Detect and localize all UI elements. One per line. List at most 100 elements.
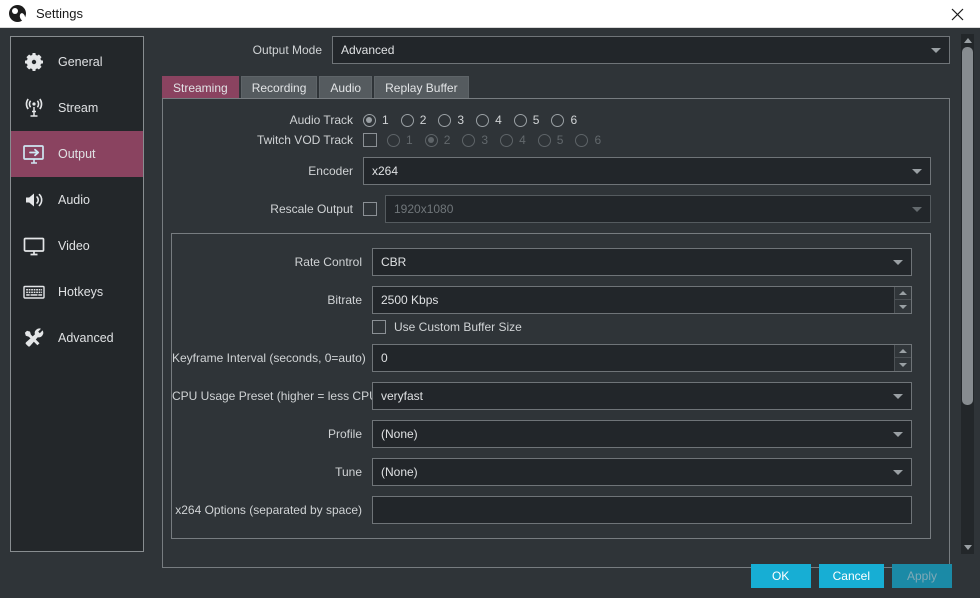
bitrate-value: 2500 Kbps [381,293,439,307]
twitch-vod-option-2: 2 [424,133,451,147]
bitrate-row: Bitrate 2500 Kbps [172,286,930,314]
radio-icon [537,133,551,147]
use-custom-buffer-size-checkbox[interactable] [372,320,386,334]
tab-audio-label: Audio [330,80,362,95]
use-custom-buffer-size-control[interactable]: Use Custom Buffer Size [372,320,522,334]
sidebar-label-stream: Stream [58,101,99,115]
scrollbar-track[interactable] [961,47,974,541]
tab-streaming[interactable]: Streaming [162,76,239,98]
tab-recording-label: Recording [251,80,307,95]
cpu-usage-preset-select[interactable]: veryfast [372,382,912,410]
audio-track-option-6[interactable]: 6 [551,113,577,127]
twitch-vod-option-6: 6 [575,133,601,147]
bitrate-spinner[interactable]: 2500 Kbps [372,286,912,314]
keyframe-interval-stepper [894,345,911,371]
encoder-row: Encoder x264 [163,157,949,185]
rate-control-row: Rate Control CBR [172,248,930,276]
twitch-vod-option-6-label: 6 [594,133,602,147]
profile-value: (None) [381,427,418,441]
scroll-up-icon[interactable] [961,34,974,47]
sidebar-item-general[interactable]: General [11,39,143,85]
spinner-up-icon[interactable] [895,345,911,358]
audio-track-option-3-label: 3 [457,113,465,127]
twitch-vod-track-radiogroup: 1 2 3 4 5 6 [387,133,613,147]
x264-options-input[interactable] [372,496,912,524]
tune-value: (None) [381,465,418,479]
sidebar-item-video[interactable]: Video [11,223,143,269]
tab-streaming-label: Streaming [173,80,228,95]
chevron-down-icon [931,47,941,53]
rescale-output-select: 1920x1080 [385,195,931,223]
sidebar-item-output[interactable]: Output [11,131,143,177]
settings-window-body: General Stream Output Audio Video Hotkey… [0,28,980,598]
sidebar-item-stream[interactable]: Stream [11,85,143,131]
spinner-up-icon[interactable] [895,287,911,300]
ok-button[interactable]: OK [750,564,811,588]
radio-icon [575,133,589,147]
audio-track-option-2[interactable]: 2 [400,113,426,127]
tune-label: Tune [335,465,362,479]
close-icon[interactable] [934,0,980,28]
sidebar-item-audio[interactable]: Audio [11,177,143,223]
audio-track-radiogroup: 1 2 3 4 5 6 [363,113,589,127]
twitch-vod-option-5-label: 5 [556,133,564,147]
rate-control-label: Rate Control [294,255,362,269]
cancel-button[interactable]: Cancel [818,564,884,588]
obs-logo-icon [9,5,26,22]
sidebar-label-advanced: Advanced [58,331,114,345]
keyframe-interval-label: Keyframe Interval (seconds, 0=auto) [172,351,366,365]
streaming-tab-panel: Audio Track 1 2 3 4 5 6 Twitch VOD Track… [162,98,950,568]
radio-icon [400,113,414,127]
scroll-down-icon[interactable] [961,541,974,554]
audio-track-option-1[interactable]: 1 [363,113,389,127]
encoder-select[interactable]: x264 [363,157,931,185]
radio-icon [424,133,438,147]
rescale-output-checkbox[interactable] [363,202,377,216]
cpu-usage-preset-row: CPU Usage Preset (higher = less CPU) ver… [172,382,930,410]
speaker-icon [21,187,47,213]
scrollbar-thumb[interactable] [962,47,973,405]
keyframe-interval-spinner[interactable]: 0 [372,344,912,372]
audio-track-option-4[interactable]: 4 [476,113,502,127]
twitch-vod-track-checkbox[interactable] [363,133,377,147]
sidebar-item-advanced[interactable]: Advanced [11,315,143,361]
radio-icon [462,133,476,147]
monitor-icon [21,233,47,259]
cpu-usage-preset-value: veryfast [381,389,424,403]
x264-options-row: x264 Options (separated by space) [172,496,930,524]
profile-select[interactable]: (None) [372,420,912,448]
twitch-vod-option-2-label: 2 [443,133,451,147]
audio-track-label: Audio Track [289,113,353,127]
rate-control-select[interactable]: CBR [372,248,912,276]
twitch-vod-option-3-label: 3 [481,133,489,147]
sidebar-label-video: Video [58,239,90,253]
output-mode-select[interactable]: Advanced [332,36,950,64]
sidebar-label-hotkeys: Hotkeys [58,285,104,299]
output-tabs: Streaming Recording Audio Replay Buffer [152,76,980,98]
settings-scrollbar[interactable] [961,34,974,554]
audio-track-option-5[interactable]: 5 [513,113,539,127]
tab-replay-buffer[interactable]: Replay Buffer [374,76,469,98]
sidebar-label-output: Output [58,147,96,161]
chevron-down-icon [893,469,903,475]
tune-row: Tune (None) [172,458,930,486]
use-custom-buffer-size-row: Use Custom Buffer Size [172,320,930,334]
broadcast-icon [21,95,47,121]
tune-select[interactable]: (None) [372,458,912,486]
chevron-down-icon [893,259,903,265]
tab-audio[interactable]: Audio [319,76,373,98]
twitch-vod-option-5: 5 [537,133,564,147]
keyframe-interval-value: 0 [381,351,388,365]
audio-track-option-3[interactable]: 3 [438,113,464,127]
chevron-down-icon [912,168,922,174]
twitch-vod-option-1-label: 1 [406,133,413,147]
tab-recording[interactable]: Recording [240,76,318,98]
sidebar-item-hotkeys[interactable]: Hotkeys [11,269,143,315]
radio-icon [363,113,376,127]
rescale-output-value: 1920x1080 [394,202,454,216]
sidebar-label-audio: Audio [58,193,90,207]
spinner-down-icon[interactable] [895,300,911,313]
spinner-down-icon[interactable] [895,358,911,371]
use-custom-buffer-size-label: Use Custom Buffer Size [394,320,522,334]
sidebar-container: General Stream Output Audio Video Hotkey… [0,28,152,598]
